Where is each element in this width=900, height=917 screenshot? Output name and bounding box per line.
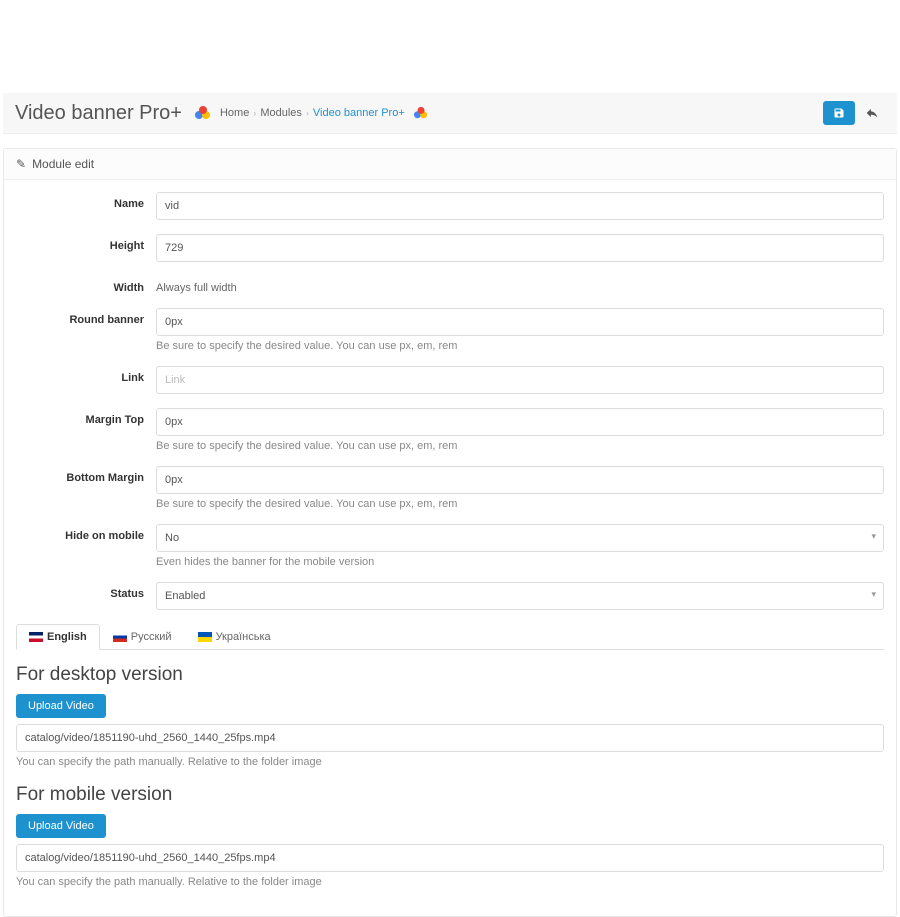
hide-mobile-help: Even hides the banner for the mobile ver… bbox=[156, 556, 884, 568]
reply-icon bbox=[865, 106, 879, 120]
desktop-path-help: You can specify the path manually. Relat… bbox=[16, 756, 884, 768]
margin-top-input[interactable] bbox=[156, 408, 884, 436]
mobile-path-help: You can specify the path manually. Relat… bbox=[16, 876, 884, 888]
save-icon bbox=[833, 107, 845, 119]
margin-bottom-help: Be sure to specify the desired value. Yo… bbox=[156, 498, 884, 510]
page-title: Video banner Pro+ bbox=[15, 102, 182, 125]
hide-mobile-select[interactable]: No bbox=[156, 524, 884, 552]
breadcrumb-home[interactable]: Home bbox=[220, 107, 249, 119]
desktop-section-title: For desktop version bbox=[16, 664, 884, 686]
link-label: Link bbox=[16, 366, 156, 384]
margin-bottom-label: Bottom Margin bbox=[16, 466, 156, 484]
breadcrumb-current: Video banner Pro+ bbox=[313, 107, 405, 119]
margin-top-help: Be sure to specify the desired value. Yo… bbox=[156, 440, 884, 452]
panel-heading: Module edit bbox=[4, 149, 896, 180]
tab-ukrainian[interactable]: Українська bbox=[185, 624, 284, 650]
flag-ua-icon bbox=[198, 632, 212, 642]
status-select[interactable]: Enabled bbox=[156, 582, 884, 610]
logo-icon-small bbox=[413, 106, 429, 120]
page-header: Video banner Pro+ Home › Modules › Video… bbox=[3, 93, 897, 134]
height-label: Height bbox=[16, 234, 156, 252]
logo-icon bbox=[194, 105, 212, 121]
language-tabs: English Русский Українська bbox=[16, 624, 884, 650]
margin-top-label: Margin Top bbox=[16, 408, 156, 426]
tab-english[interactable]: English bbox=[16, 624, 100, 650]
round-input[interactable] bbox=[156, 308, 884, 336]
name-label: Name bbox=[16, 192, 156, 210]
flag-ru-icon bbox=[113, 632, 127, 642]
width-static: Always full width bbox=[156, 276, 884, 294]
breadcrumb: Home › Modules › Video banner Pro+ bbox=[220, 106, 437, 120]
tab-russian[interactable]: Русский bbox=[100, 624, 185, 650]
back-button[interactable] bbox=[859, 102, 885, 124]
height-input[interactable] bbox=[156, 234, 884, 262]
save-button[interactable] bbox=[823, 101, 855, 125]
status-label: Status bbox=[16, 582, 156, 600]
margin-bottom-input[interactable] bbox=[156, 466, 884, 494]
width-label: Width bbox=[16, 276, 156, 294]
round-help: Be sure to specify the desired value. Yo… bbox=[156, 340, 884, 352]
module-edit-panel: Module edit Name Height Width Always ful… bbox=[3, 148, 897, 917]
desktop-upload-button[interactable]: Upload Video bbox=[16, 694, 106, 718]
breadcrumb-modules[interactable]: Modules bbox=[260, 107, 302, 119]
desktop-path-input[interactable] bbox=[16, 724, 884, 752]
pencil-icon bbox=[16, 157, 26, 171]
flag-en-icon bbox=[29, 632, 43, 642]
mobile-upload-button[interactable]: Upload Video bbox=[16, 814, 106, 838]
mobile-section-title: For mobile version bbox=[16, 784, 884, 806]
round-label: Round banner bbox=[16, 308, 156, 326]
mobile-path-input[interactable] bbox=[16, 844, 884, 872]
link-input[interactable] bbox=[156, 366, 884, 394]
hide-mobile-label: Hide on mobile bbox=[16, 524, 156, 542]
name-input[interactable] bbox=[156, 192, 884, 220]
